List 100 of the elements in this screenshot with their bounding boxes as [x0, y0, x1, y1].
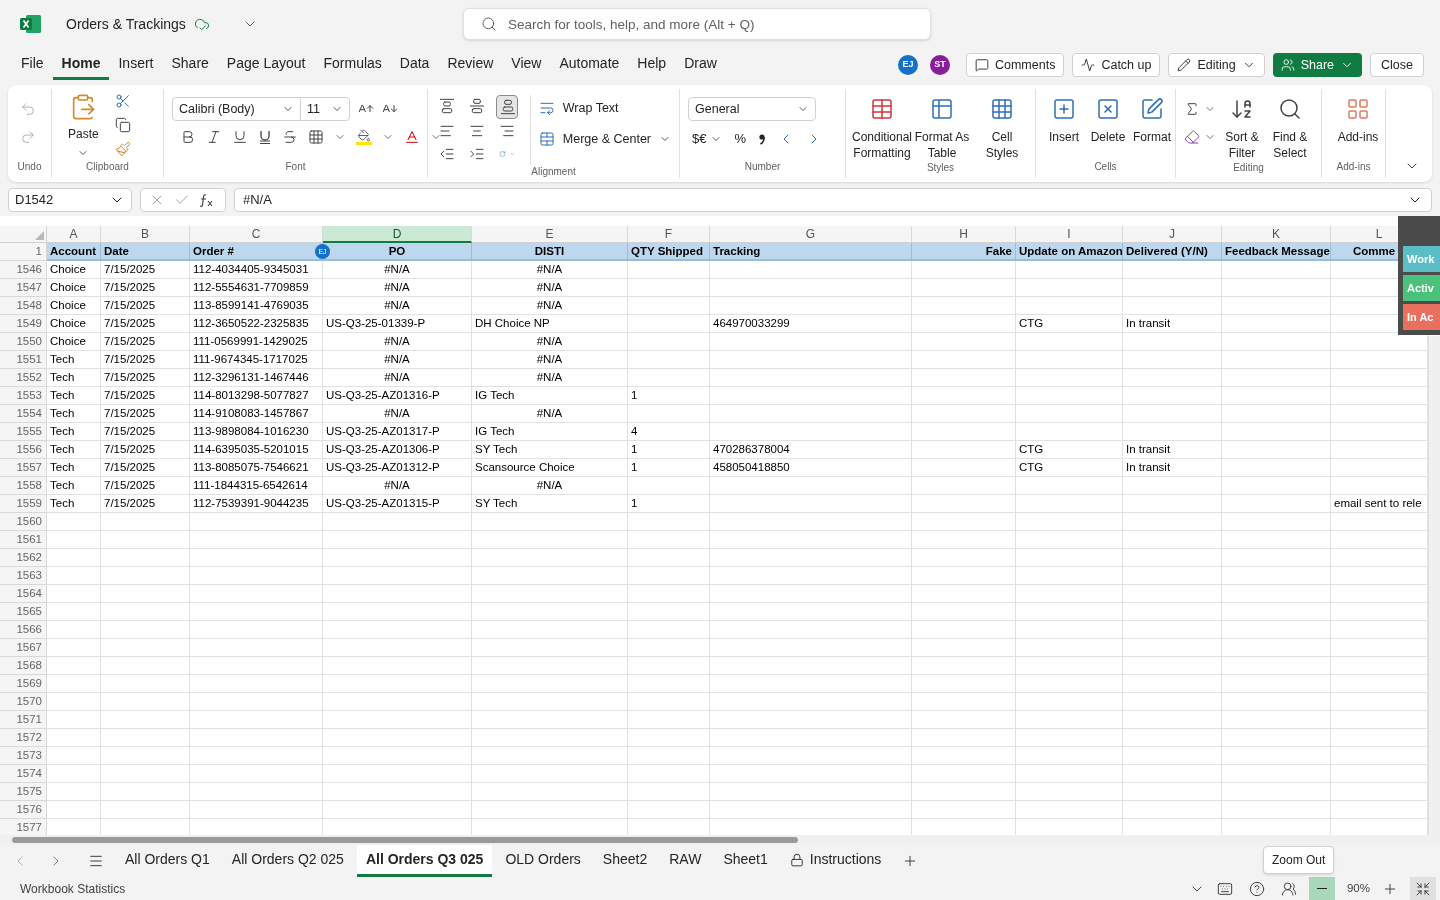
menu-tab[interactable]: Home [52, 50, 110, 80]
row-number[interactable]: 1551 [0, 351, 47, 369]
row-number[interactable]: 1559 [0, 495, 47, 513]
decrease-indent-icon[interactable] [439, 146, 455, 162]
italic-icon[interactable] [206, 129, 222, 145]
sheet-tab[interactable]: OLD Orders [496, 845, 590, 877]
sheet-tab[interactable]: All Orders Q3 025 [356, 845, 493, 877]
align-center-icon[interactable] [468, 123, 485, 139]
menu-tab[interactable]: File [12, 50, 53, 80]
column-header[interactable]: D [323, 226, 472, 243]
increase-indent-icon[interactable] [468, 146, 485, 162]
row-number[interactable]: 1554 [0, 405, 47, 423]
row-number[interactable]: 1575 [0, 783, 47, 801]
menu-tab[interactable]: Data [390, 50, 439, 80]
ribbon-button[interactable]: Add-ins [1330, 97, 1386, 145]
top-align-icon[interactable] [439, 98, 455, 114]
row-number[interactable]: 1561 [0, 531, 47, 549]
bottom-align-toggle[interactable] [495, 95, 518, 119]
menu-tab[interactable]: Formulas [314, 50, 391, 80]
row-number[interactable]: 1571 [0, 711, 47, 729]
row-number[interactable]: 1552 [0, 369, 47, 387]
row-number[interactable]: 1572 [0, 729, 47, 747]
font-color-icon[interactable] [404, 129, 420, 145]
bold-icon[interactable] [180, 129, 196, 145]
row-number[interactable]: 1565 [0, 603, 47, 621]
avatar[interactable]: ST [929, 55, 950, 75]
row-number[interactable]: 1555 [0, 423, 47, 441]
row-number[interactable]: 1556 [0, 441, 47, 459]
sheet-tab[interactable]: Sheet1 [714, 845, 777, 877]
row-number[interactable]: 1570 [0, 693, 47, 711]
help-icon[interactable] [1248, 880, 1265, 897]
close-button[interactable]: Close [1370, 53, 1424, 77]
share-button[interactable]: Share [1272, 53, 1363, 77]
align-right-icon[interactable] [498, 123, 515, 139]
editing-button[interactable]: Editing [1168, 53, 1265, 77]
fill-color-icon[interactable] [356, 129, 372, 145]
row-number[interactable]: 1576 [0, 801, 47, 819]
row-number[interactable]: 1573 [0, 747, 47, 765]
horizontal-scrollbar-thumb[interactable] [12, 837, 798, 843]
number-format-field[interactable]: General [688, 97, 816, 121]
row-number[interactable]: 1550 [0, 333, 47, 351]
row-number[interactable]: 1574 [0, 765, 47, 783]
percent-button[interactable]: % [734, 129, 747, 149]
ribbon-button[interactable]: Insert [1044, 97, 1084, 145]
row-number[interactable]: 1568 [0, 657, 47, 675]
row-number[interactable]: 1549 [0, 315, 47, 333]
sheet-tab[interactable]: RAW [660, 845, 711, 877]
row-number[interactable]: 1562 [0, 549, 47, 567]
sheet-tab[interactable]: All Orders Q2 025 [222, 845, 353, 877]
row-number[interactable]: 1563 [0, 567, 47, 585]
copy-icon[interactable] [114, 117, 131, 133]
row-number[interactable]: 1547 [0, 279, 47, 297]
currency-button[interactable]: $€ [692, 129, 723, 149]
sheet-tab[interactable]: All Orders Q1 [116, 845, 219, 877]
middle-align-icon[interactable] [468, 98, 485, 114]
autosum-icon[interactable] [1184, 101, 1200, 117]
row-number[interactable]: 1558 [0, 477, 47, 495]
avatar[interactable]: EJ [897, 55, 918, 75]
sheet-tab[interactable]: Instructions [780, 845, 891, 877]
catch-up-button[interactable]: Catch up [1072, 53, 1161, 77]
menu-tab[interactable]: View [502, 50, 551, 80]
merge-center-button[interactable]: Merge & Center [538, 129, 671, 149]
row-number[interactable]: 1577 [0, 819, 47, 835]
menu-tab[interactable]: Insert [109, 50, 163, 80]
row-number[interactable]: 1548 [0, 297, 47, 315]
scissors-icon[interactable] [114, 93, 131, 109]
ribbon-button[interactable]: Find & Select [1268, 97, 1312, 161]
underline-icon[interactable] [232, 129, 248, 145]
ribbon-button[interactable]: Sort & Filter [1220, 97, 1264, 161]
row-number[interactable]: 1567 [0, 639, 47, 657]
ribbon-button[interactable]: Cell Styles [974, 97, 1030, 161]
fit-button[interactable] [1410, 877, 1436, 900]
workbook-statistics-link[interactable]: Workbook Statistics [20, 879, 126, 898]
menu-tab[interactable]: Page Layout [217, 50, 315, 80]
wrap-text-button[interactable]: Wrap Text [538, 99, 671, 118]
ribbon-button[interactable]: Delete [1088, 97, 1128, 145]
menu-icon[interactable] [88, 853, 104, 869]
strikethrough-icon[interactable] [282, 129, 298, 145]
menu-tab[interactable]: Review [438, 50, 503, 80]
people-icon[interactable] [1280, 880, 1297, 897]
sheet-tab[interactable]: Sheet2 [593, 845, 657, 877]
row-number[interactable]: 1546 [0, 261, 47, 279]
row-number[interactable]: 1553 [0, 387, 47, 405]
ribbon-button[interactable]: Conditional Formatting [854, 97, 910, 161]
paste-button[interactable]: Paste [68, 93, 99, 159]
search-field[interactable]: Search for tools, help, and more (Alt + Q) [463, 8, 931, 40]
menu-tab[interactable]: Automate [550, 50, 629, 80]
row-number[interactable]: 1569 [0, 675, 47, 693]
vertical-scrollbar[interactable] [1428, 336, 1440, 835]
row-number[interactable]: 1566 [0, 621, 47, 639]
menu-tab[interactable]: Draw [675, 50, 726, 80]
align-left-icon[interactable] [439, 123, 455, 139]
menu-tab[interactable]: Share [162, 50, 218, 80]
row-number[interactable]: 1557 [0, 459, 47, 477]
spreadsheet-app-icon[interactable] [20, 14, 42, 34]
eraser-icon[interactable] [1184, 129, 1200, 145]
row-number[interactable]: 1564 [0, 585, 47, 603]
row-number[interactable]: 1 [0, 243, 47, 261]
menu-tab[interactable]: Help [628, 50, 676, 80]
borders-icon[interactable] [308, 129, 324, 145]
